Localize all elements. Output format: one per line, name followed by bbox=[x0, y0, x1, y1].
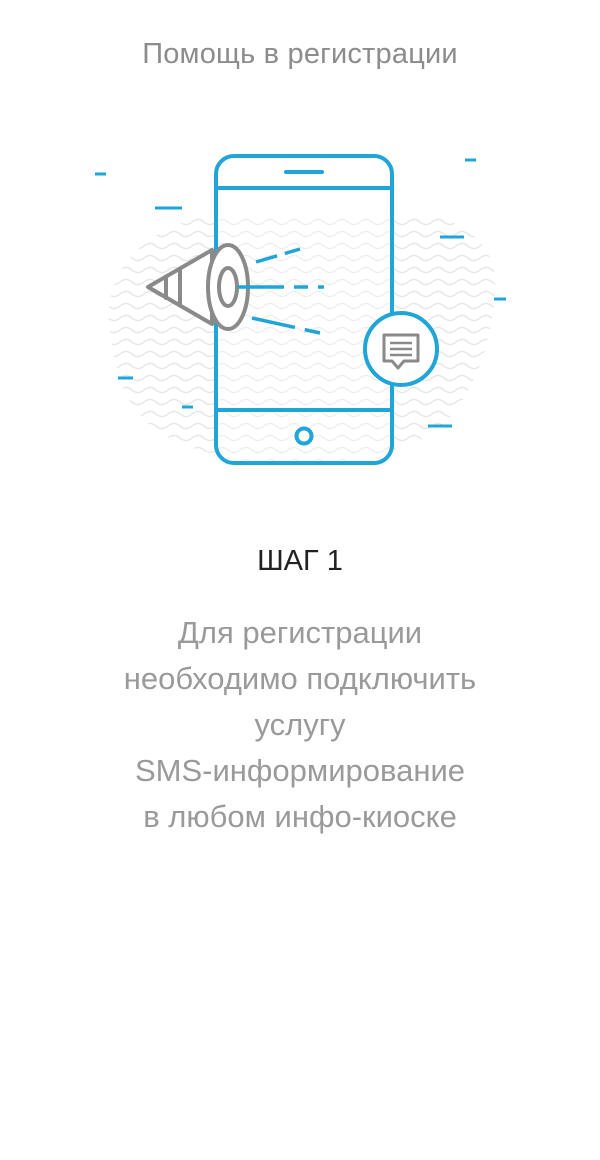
registration-illustration bbox=[95, 154, 506, 465]
page-title: Помощь в регистрации bbox=[142, 38, 458, 70]
step-description: Для регистрации необходимо подключить ус… bbox=[50, 610, 550, 840]
step-description-line: услугу bbox=[254, 707, 346, 742]
step-description-line: Для регистрации bbox=[177, 615, 423, 650]
step-description-line: в любом инфо-киоске bbox=[143, 799, 457, 834]
step-description-line: необходимо подключить bbox=[123, 661, 477, 696]
step-description-line: SMS-информирование bbox=[134, 753, 466, 788]
step-title: ШАГ 1 bbox=[257, 545, 343, 577]
sms-message-icon bbox=[363, 311, 439, 387]
